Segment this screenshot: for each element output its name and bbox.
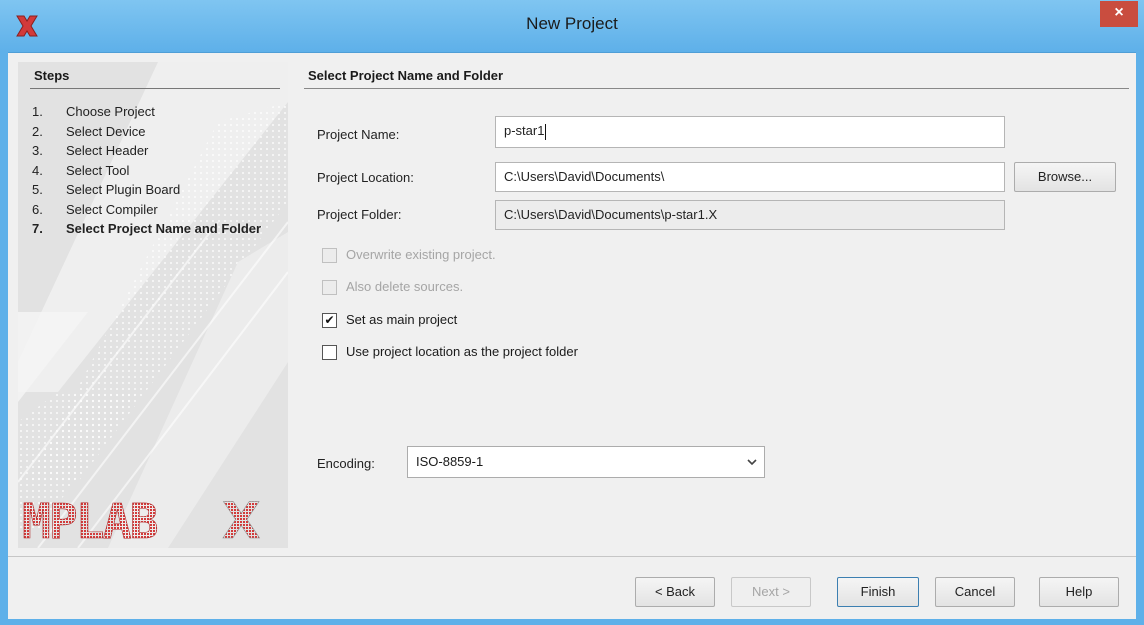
close-icon: × xyxy=(1114,4,1124,21)
step-label: Select Compiler xyxy=(66,201,158,217)
project-folder-value: C:\Users\David\Documents\p-star1.X xyxy=(504,207,718,222)
window-frame-right xyxy=(1136,52,1144,625)
step-label: Select Plugin Board xyxy=(66,182,181,197)
project-name-value: p-star1 xyxy=(504,123,545,138)
project-folder-field: C:\Users\David\Documents\p-star1.X xyxy=(495,200,1005,230)
content-panel: Select Project Name and Folder Project N… xyxy=(300,62,1130,552)
project-location-input[interactable]: C:\Users\David\Documents\ xyxy=(495,162,1005,192)
step-number: 4. xyxy=(32,162,43,178)
next-button[interactable]: Next > xyxy=(731,577,811,607)
window-title: New Project xyxy=(526,14,618,33)
checkbox-label: Use project location as the project fold… xyxy=(346,344,578,359)
mplab-x-logo: MPLAB X xyxy=(22,494,261,544)
step-number: 6. xyxy=(32,201,43,217)
checkbox-box xyxy=(322,280,337,295)
chevron-down-icon xyxy=(747,459,757,466)
text-caret xyxy=(545,123,547,140)
finish-button[interactable]: Finish xyxy=(837,577,919,607)
project-folder-label: Project Folder: xyxy=(317,207,402,222)
step-item: 3. Select Header xyxy=(32,141,266,161)
new-project-dialog: New Project × Steps 1. Choose Project 2.… xyxy=(0,0,1144,625)
step-item: 2. Select Device xyxy=(32,122,266,142)
step-label: Select Tool xyxy=(66,162,130,178)
help-button[interactable]: Help xyxy=(1039,577,1119,607)
svg-text:X: X xyxy=(222,494,261,544)
encoding-label: Encoding: xyxy=(317,456,375,471)
steps-title: Steps xyxy=(34,68,70,83)
checkbox-label: Set as main project xyxy=(346,312,458,327)
step-item: 6. Select Compiler xyxy=(32,200,266,220)
step-number: 7. xyxy=(32,221,43,236)
window-frame-left xyxy=(0,52,8,625)
back-button[interactable]: < Back xyxy=(635,577,715,607)
checkbox-label: Also delete sources. xyxy=(346,279,464,294)
step-item: 4. Select Tool xyxy=(32,161,266,181)
project-name-label: Project Name: xyxy=(317,127,400,142)
step-label: Select Header xyxy=(66,143,149,158)
close-button[interactable]: × xyxy=(1100,1,1138,27)
checkmark-icon: ✔ xyxy=(322,313,337,328)
svg-text:MPLAB: MPLAB xyxy=(22,494,158,544)
step-item: 5. Select Plugin Board xyxy=(32,180,266,200)
steps-panel: Steps 1. Choose Project 2. Select Device 3… xyxy=(18,62,288,548)
encoding-select[interactable]: ISO-8859-1 xyxy=(407,446,765,478)
step-number: 5. xyxy=(32,182,43,197)
checkbox-label: Overwrite existing project. xyxy=(346,247,496,262)
project-name-input[interactable]: p-star1 xyxy=(495,116,1005,148)
section-divider xyxy=(304,88,1129,89)
step-label: Choose Project xyxy=(66,104,155,119)
button-bar: < Back Next > Finish Cancel Help xyxy=(8,557,1136,619)
section-title: Select Project Name and Folder xyxy=(308,68,504,83)
step-item: 1. Choose Project xyxy=(32,102,266,122)
cancel-button[interactable]: Cancel xyxy=(935,577,1015,607)
window-frame-bottom xyxy=(0,619,1144,625)
steps-divider xyxy=(30,88,280,89)
step-number: 2. xyxy=(32,123,43,139)
encoding-value: ISO-8859-1 xyxy=(416,454,484,469)
step-label: Select Project Name and Folder xyxy=(66,221,262,236)
step-label: Select Device xyxy=(66,123,146,139)
step-number: 1. xyxy=(32,104,43,119)
steps-list: 1. Choose Project 2. Select Device 3. Selec… xyxy=(32,102,266,239)
step-number: 3. xyxy=(32,143,43,158)
checkbox-box xyxy=(322,345,337,360)
step-item-current: 7. Select Project Name and Folder xyxy=(32,219,266,239)
checkbox-box xyxy=(322,248,337,263)
browse-button[interactable]: Browse... xyxy=(1014,162,1116,192)
title-bar[interactable]: New Project × xyxy=(0,0,1144,53)
project-location-label: Project Location: xyxy=(317,170,414,185)
project-location-value: C:\Users\David\Documents\ xyxy=(504,169,665,184)
